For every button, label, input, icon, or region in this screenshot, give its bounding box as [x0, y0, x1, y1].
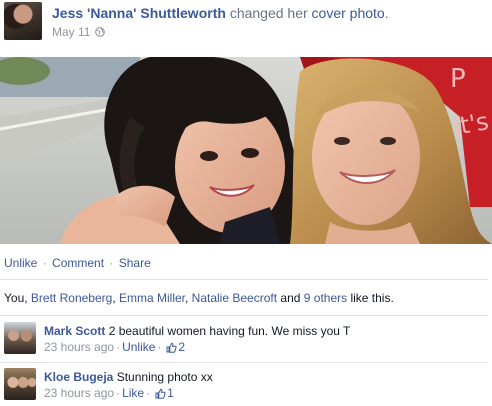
vehicle-lettering: P — [450, 64, 466, 94]
unlike-link[interactable]: Unlike — [4, 256, 37, 270]
divider — [0, 362, 488, 363]
separator: · — [116, 386, 121, 400]
cover-photo[interactable]: P it's — [0, 57, 492, 244]
cover-photo-link[interactable]: cover photo — [312, 5, 385, 21]
liker-link[interactable]: Emma Miller — [119, 291, 185, 305]
cover-photo-image: P it's — [0, 57, 492, 244]
thumbs-up-icon[interactable] — [166, 342, 178, 353]
comment-unlike-link[interactable]: Unlike — [122, 340, 155, 354]
story-verb: changed her — [229, 5, 308, 21]
likes-prefix: You, — [4, 291, 31, 305]
comment-item: Mark Scott 2 beautiful women having fun.… — [0, 320, 492, 360]
likes-and: and — [277, 291, 304, 305]
likes-suffix: like this. — [347, 291, 394, 305]
others-link[interactable]: 9 others — [304, 291, 347, 305]
globe-icon[interactable] — [95, 27, 106, 37]
commenter-name-link[interactable]: Mark Scott — [44, 324, 105, 338]
separator: · — [42, 256, 47, 270]
comment-item: Kloe Bugeja Stunning photo xx 23 hours a… — [0, 366, 492, 406]
comment-like-count[interactable]: 2 — [178, 340, 185, 354]
divider — [0, 279, 488, 280]
comment-meta: 23 hours ago · Like · 1 — [44, 386, 174, 400]
comment-text: Stunning photo xx — [116, 370, 213, 384]
comment-time[interactable]: 23 hours ago — [44, 340, 114, 354]
story-line: Jess 'Nanna' Shuttleworth changed her co… — [52, 5, 389, 21]
likes-comma: , — [185, 291, 192, 305]
commenter-name-link[interactable]: Kloe Bugeja — [44, 370, 113, 384]
comment-link[interactable]: Comment — [52, 256, 104, 270]
separator: · — [109, 256, 114, 270]
comment-meta: 23 hours ago · Unlike · 2 — [44, 340, 185, 354]
comment-time[interactable]: 23 hours ago — [44, 386, 114, 400]
commenter-avatar[interactable] — [4, 368, 36, 400]
separator: · — [146, 386, 151, 400]
comment-body: Mark Scott 2 beautiful women having fun.… — [44, 324, 350, 338]
liker-link[interactable]: Brett Roneberg — [31, 291, 112, 305]
thumbs-up-icon[interactable] — [155, 388, 166, 399]
separator: · — [116, 340, 121, 354]
divider — [0, 315, 488, 316]
story-period: . — [384, 5, 389, 21]
likes-summary: You, Brett Roneberg, Emma Miller, Natali… — [4, 291, 394, 305]
separator: · — [157, 340, 162, 354]
action-bar: Unlike · Comment · Share — [4, 256, 151, 270]
story-meta: May 11 — [52, 25, 106, 39]
timestamp[interactable]: May 11 — [52, 25, 90, 39]
comment-like-count[interactable]: 1 — [167, 386, 174, 400]
comment-body: Kloe Bugeja Stunning photo xx — [44, 370, 213, 384]
share-link[interactable]: Share — [119, 256, 151, 270]
liker-link[interactable]: Natalie Beecroft — [192, 291, 277, 305]
comment-like-link[interactable]: Like — [122, 386, 144, 400]
story-header: Jess 'Nanna' Shuttleworth changed her co… — [0, 0, 492, 56]
comment-text: 2 beautiful women having fun. We miss yo… — [108, 324, 351, 338]
likes-comma: , — [112, 291, 119, 305]
author-name-link[interactable]: Jess 'Nanna' Shuttleworth — [52, 5, 226, 21]
commenter-avatar[interactable] — [4, 322, 36, 354]
author-avatar[interactable] — [4, 2, 42, 40]
